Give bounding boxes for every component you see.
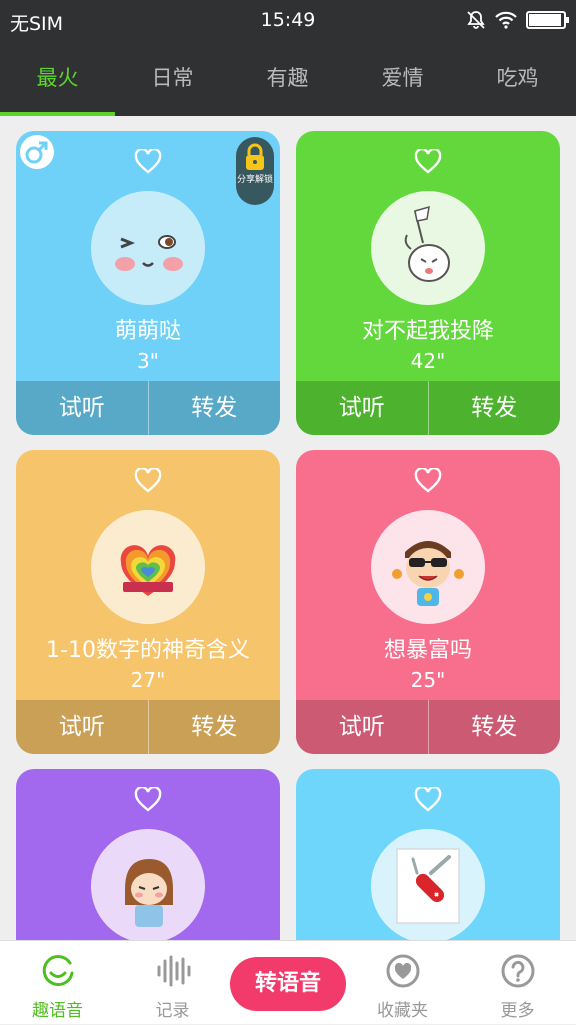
card-actions: 试听 转发 — [16, 381, 280, 435]
voice-title: 1-10数字的神奇含义 — [46, 638, 250, 663]
tab-funny[interactable]: 有趣 — [230, 40, 345, 116]
listen-button[interactable]: 试听 — [296, 700, 428, 754]
pocket-knife-avatar — [371, 829, 485, 940]
favorite-heart-icon[interactable] — [134, 468, 162, 494]
voice-card-grid: 分享解锁 萌萌哒 3" 试听 转发 对不起我投降 42" 试听 转发 1-10数… — [0, 116, 576, 940]
voice-title: 萌萌哒 — [114, 319, 181, 344]
voice-title: 对不起我投降 — [361, 319, 494, 344]
favorite-heart-icon[interactable] — [134, 787, 162, 813]
forward-button[interactable]: 转发 — [427, 700, 561, 754]
nav-label: 收藏夹 — [377, 1001, 428, 1021]
favorite-heart-icon[interactable] — [414, 468, 442, 494]
category-tabs: 最火 日常 有趣 爱情 吃鸡 — [0, 40, 576, 116]
lock-icon — [246, 143, 264, 170]
voice-duration: 3" — [137, 349, 159, 373]
soundwave-icon — [157, 955, 191, 987]
male-icon — [20, 135, 54, 169]
surrender-figure-avatar — [371, 191, 485, 305]
nav-label: 趣语音 — [32, 1001, 83, 1021]
sunglasses-boy-avatar — [371, 510, 485, 624]
listen-button[interactable]: 试听 — [16, 700, 148, 754]
nav-records[interactable]: 记录 — [115, 941, 230, 1025]
question-icon — [501, 954, 535, 988]
battery-icon — [526, 11, 569, 29]
voice-duration: 42" — [410, 349, 446, 373]
nav-favorites[interactable]: 收藏夹 — [345, 941, 460, 1025]
share-unlock-label: 分享解锁 — [236, 175, 273, 185]
to-voice-button[interactable]: 转语音 — [230, 957, 346, 1011]
voice-card[interactable]: 对不起我投降 42" 试听 转发 — [296, 131, 560, 435]
wifi-icon — [495, 11, 517, 29]
tab-love[interactable]: 爱情 — [345, 40, 460, 116]
voice-card[interactable] — [16, 769, 280, 940]
rainbow-heart-avatar — [91, 510, 205, 624]
voice-title: 想暴富吗 — [383, 638, 472, 663]
favorite-heart-icon[interactable] — [414, 787, 442, 813]
tab-daily[interactable]: 日常 — [115, 40, 230, 116]
tab-hottest[interactable]: 最火 — [0, 40, 115, 116]
share-unlock-badge[interactable]: 分享解锁 — [236, 137, 274, 205]
status-bar: 无SIM 15:49 — [0, 0, 576, 40]
voice-card[interactable] — [296, 769, 560, 940]
voice-card[interactable]: 1-10数字的神奇含义 27" 试听 转发 — [16, 450, 280, 754]
listen-button[interactable]: 试听 — [16, 381, 148, 435]
voice-card[interactable]: 分享解锁 萌萌哒 3" 试听 转发 — [16, 131, 280, 435]
card-actions: 试听 转发 — [296, 381, 560, 435]
listen-button[interactable]: 试听 — [296, 381, 428, 435]
forward-button[interactable]: 转发 — [147, 381, 281, 435]
battery-level — [529, 14, 562, 26]
favorite-heart-icon[interactable] — [134, 149, 162, 175]
nav-label: 更多 — [500, 1001, 535, 1021]
cartoon-girl-avatar — [91, 829, 205, 940]
tab-pubg[interactable]: 吃鸡 — [460, 40, 575, 116]
heart-circle-icon — [386, 954, 420, 988]
emoji-face-avatar — [91, 191, 205, 305]
voice-duration: 27" — [130, 668, 166, 692]
voice-duration: 25" — [410, 668, 446, 692]
forward-button[interactable]: 转发 — [147, 700, 281, 754]
favorite-heart-icon[interactable] — [414, 149, 442, 175]
smile-icon — [42, 955, 74, 987]
forward-button[interactable]: 转发 — [427, 381, 561, 435]
nav-label: 记录 — [155, 1001, 190, 1021]
voice-card[interactable]: 想暴富吗 25" 试听 转发 — [296, 450, 560, 754]
card-actions: 试听 转发 — [16, 700, 280, 754]
mute-bell-icon — [467, 11, 485, 29]
nav-more[interactable]: 更多 — [460, 941, 575, 1025]
bottom-nav: 趣语音 记录 转语音 收藏夹 更多 — [0, 940, 576, 1024]
status-icons — [466, 9, 569, 31]
card-actions: 试听 转发 — [296, 700, 560, 754]
nav-qu-voice[interactable]: 趣语音 — [0, 941, 115, 1025]
